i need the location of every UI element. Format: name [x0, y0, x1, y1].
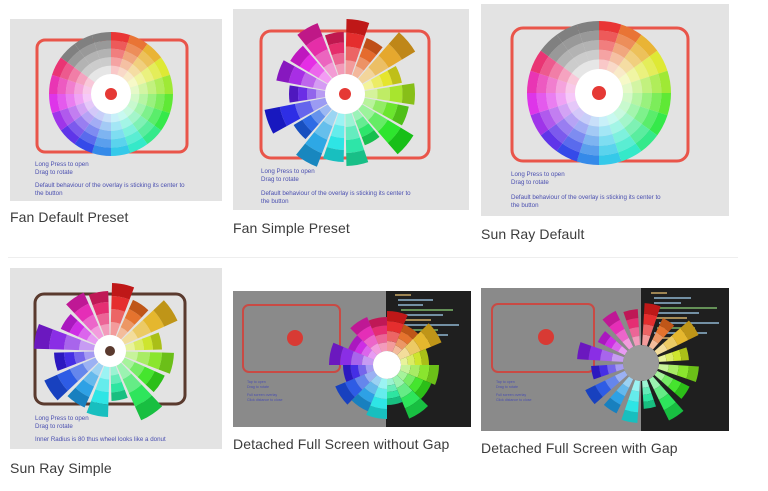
wheel-segment [316, 89, 326, 99]
wheel-segment [629, 327, 640, 338]
wheel-segment [345, 46, 361, 63]
caption-fan-simple[interactable]: Fan Simple Preset [233, 220, 350, 236]
wheel-segment [401, 83, 415, 105]
svg-text:Click distance to close: Click distance to close [496, 398, 532, 402]
center-button[interactable] [339, 88, 351, 100]
wheel-segment [345, 32, 365, 50]
wheel-segment [289, 85, 299, 103]
svg-text:Drag to rotate: Drag to rotate [247, 385, 269, 389]
wheel-segment [600, 349, 614, 362]
note-open: Long Press to open [511, 171, 565, 178]
card-sunray-simple[interactable]: Long Press to open Drag to rotate Inner … [10, 268, 222, 480]
caption-sunray-default[interactable]: Sun Ray Default [481, 226, 584, 242]
note-rotate: Drag to rotate [511, 179, 549, 186]
wheel-segment [631, 380, 640, 392]
wheel-segment [110, 309, 125, 324]
note-default-behaviour: Default behaviour of the overlay is stic… [35, 182, 185, 189]
center-button[interactable] [592, 86, 606, 100]
wheel-segment [331, 53, 345, 66]
wheel-segment [632, 336, 640, 346]
center-button[interactable] [105, 346, 115, 356]
wheel-segment [307, 88, 317, 100]
caption-sunray-simple[interactable]: Sun Ray Simple [10, 460, 112, 476]
wheel-segment [389, 85, 403, 103]
note-rotate: Drag to rotate [35, 423, 73, 430]
caption-fan-default[interactable]: Fan Default Preset [10, 209, 129, 225]
wheel-segment [628, 389, 640, 402]
svg-text:Full screen overlay: Full screen overlay [247, 393, 277, 397]
wheel-segment [136, 351, 150, 366]
wheel-segment [95, 377, 110, 392]
detached-button[interactable] [538, 329, 554, 345]
detached-gap-scene: Tap to open Drag to rotate Full screen o… [491, 288, 729, 431]
svg-text:Tap to open: Tap to open [247, 380, 266, 384]
note-open: Long Press to open [35, 415, 89, 422]
wheel-hub [623, 345, 659, 381]
detached-no-gap-scene: Tap to open Drag to rotate Full screen o… [242, 291, 471, 427]
note-rotate: Drag to rotate [35, 169, 73, 176]
svg-text:Tap to open: Tap to open [496, 380, 515, 384]
svg-text:Full screen overlay: Full screen overlay [496, 393, 526, 397]
card-sunray-default[interactable]: Long Press to open Drag to rotate Defaul… [481, 4, 729, 244]
thumbnail-detached-no-gap[interactable]: Tap to open Drag to rotate Full screen o… [233, 291, 471, 427]
row-divider [8, 257, 738, 258]
card-detached-gap[interactable]: Tap to open Drag to rotate Full screen o… [481, 288, 729, 464]
note-the-button: the button [261, 198, 289, 205]
wheel-segment [298, 86, 308, 102]
thumbnail-fan-default[interactable]: Long Press to open Drag to rotate Defaul… [10, 19, 222, 201]
thumbnail-fan-simple[interactable]: Long Press to open Drag to rotate Defaul… [233, 9, 469, 210]
note-default-behaviour: Default behaviour of the overlay is stic… [261, 190, 411, 197]
note-open: Long Press to open [35, 161, 89, 168]
caption-detached-no-gap[interactable]: Detached Full Screen without Gap [233, 436, 449, 452]
note-the-button: the button [511, 202, 539, 209]
note-inner-radius: Inner Radius is 80 thus wheel looks like… [35, 436, 166, 443]
thumbnail-sunray-default[interactable]: Long Press to open Drag to rotate Defaul… [481, 4, 729, 216]
wheel-segment [96, 313, 110, 326]
wheel-segment [377, 87, 390, 101]
note-open: Long Press to open [261, 168, 315, 175]
wheel-segment [345, 125, 360, 140]
detached-button[interactable] [287, 330, 303, 346]
wheel-hub [373, 351, 401, 379]
card-fan-default[interactable]: Long Press to open Drag to rotate Defaul… [10, 19, 222, 229]
card-detached-no-gap[interactable]: Tap to open Drag to rotate Full screen o… [233, 291, 471, 461]
note-default-behaviour: Default behaviour of the overlay is stic… [511, 194, 661, 201]
caption-detached-gap[interactable]: Detached Full Screen with Gap [481, 440, 678, 456]
wheel-segment [330, 124, 345, 138]
svg-text:Drag to rotate: Drag to rotate [496, 385, 518, 389]
wheel-segment [64, 334, 82, 351]
svg-text:Click distance to close: Click distance to close [247, 398, 283, 402]
note-the-button: the button [35, 190, 63, 197]
thumbnail-sunray-simple[interactable]: Long Press to open Drag to rotate Inner … [10, 268, 222, 449]
wheel-segment [74, 351, 86, 364]
thumbnail-detached-gap[interactable]: Tap to open Drag to rotate Full screen o… [481, 288, 729, 431]
wheel-segment [615, 364, 624, 372]
wheel-segment [364, 88, 378, 100]
note-rotate: Drag to rotate [261, 176, 299, 183]
center-button[interactable] [105, 88, 117, 100]
wheel-segment [611, 353, 624, 362]
wheel-segment [607, 364, 617, 375]
card-fan-simple[interactable]: Long Press to open Drag to rotate Defaul… [233, 9, 469, 239]
